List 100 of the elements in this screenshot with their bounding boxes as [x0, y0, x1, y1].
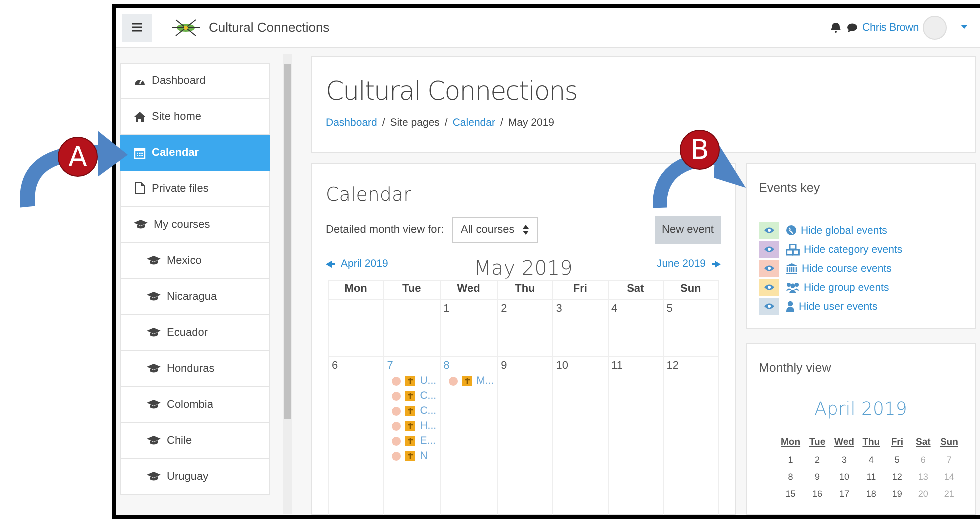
weekday-header: Tue	[384, 280, 441, 300]
breadcrumb-separator: /	[444, 117, 448, 129]
graduation-cap-icon	[147, 363, 161, 374]
sidebar-item[interactable]: Mexico	[120, 243, 270, 279]
mini-calendar-day: 8	[777, 468, 805, 485]
scrollbar[interactable]	[283, 54, 292, 514]
breadcrumb-text: May 2019	[508, 117, 555, 129]
mini-calendar-day: 1	[777, 451, 805, 468]
arrow-left-icon	[326, 260, 335, 268]
weekday-header: Thu	[862, 436, 882, 450]
graduation-cap-icon	[147, 255, 161, 266]
graduation-cap-icon	[147, 471, 161, 482]
bell-icon[interactable]	[831, 22, 842, 33]
day-link[interactable]: 8	[444, 360, 450, 372]
previous-month-link[interactable]: April 2019	[341, 258, 388, 270]
eye-icon	[764, 303, 774, 310]
event-link[interactable]: M...	[476, 375, 494, 387]
event-link[interactable]: C...	[420, 390, 437, 402]
sidebar-item[interactable]: Ecuador	[120, 315, 270, 351]
globe-icon	[786, 225, 797, 236]
caret-icon[interactable]	[961, 25, 968, 30]
menu-button[interactable]	[122, 14, 152, 42]
eye-icon	[764, 246, 774, 253]
hide-events-link[interactable]: Hide course events	[802, 262, 892, 274]
graduation-cap-icon	[147, 435, 161, 446]
course-select[interactable]: All courses	[452, 217, 538, 243]
graduation-cap-icon	[147, 327, 161, 338]
sidebar-item[interactable]: Site home	[120, 99, 270, 135]
mini-calendar-day: 2	[804, 451, 831, 468]
event-type-swatch[interactable]	[759, 222, 779, 239]
hide-events-link[interactable]: Hide global events	[801, 224, 888, 236]
new-event-button[interactable]: New event	[655, 216, 721, 244]
eye-icon	[764, 284, 774, 291]
event-type-swatch[interactable]	[759, 298, 779, 315]
next-month-link[interactable]: June 2019	[656, 258, 706, 270]
weekday-header: Sat	[608, 280, 664, 300]
event-type-swatch[interactable]	[759, 241, 779, 258]
event-link[interactable]: C...	[420, 405, 437, 417]
menu-icon	[132, 23, 142, 32]
mini-calendar-day: 20	[910, 485, 936, 502]
breadcrumb-link[interactable]: Dashboard	[326, 117, 378, 129]
day-number: 10	[556, 360, 569, 372]
sidebar-item[interactable]: Nicaragua	[120, 279, 270, 315]
weekday-header: Sun	[664, 280, 719, 300]
event-link[interactable]: E...	[420, 435, 436, 447]
event-dot	[392, 452, 402, 460]
user-icon	[786, 301, 795, 312]
weekday-header: Mon	[329, 280, 384, 300]
weekday-header: Wed	[440, 280, 498, 300]
hide-events-link[interactable]: Hide category events	[804, 244, 903, 256]
calendar-icon	[134, 146, 146, 158]
mini-calendar-day: 3	[830, 451, 858, 468]
mini-calendar-day: 16	[804, 485, 831, 502]
sidebar-item[interactable]: My courses	[120, 207, 270, 243]
hide-events-link[interactable]: Hide group events	[804, 282, 890, 294]
callout-badge: A	[58, 137, 98, 177]
home-icon	[134, 110, 146, 122]
sidebar-item[interactable]: Chile	[120, 423, 270, 459]
event-link[interactable]: U...	[420, 375, 437, 387]
mini-calendar-day: 14	[936, 468, 962, 485]
site-name[interactable]: Cultural Connections	[209, 20, 330, 35]
events-key-title: Events key	[759, 181, 822, 195]
graduation-cap-icon	[147, 399, 161, 410]
sidebar-item[interactable]: Uruguay	[120, 459, 270, 495]
event-dot	[392, 422, 402, 430]
sidebar-item[interactable]: Honduras	[120, 351, 270, 387]
mini-calendar-day: 4	[858, 451, 884, 468]
day-number: 2	[501, 303, 508, 315]
event-dot	[448, 376, 458, 386]
graduation-cap-icon	[134, 219, 148, 230]
mini-calendar-day: 19	[884, 485, 910, 502]
hide-events-link[interactable]: Hide user events	[799, 300, 878, 312]
filter-label: Detailed month view for:	[326, 224, 444, 236]
mini-calendar-day: 5	[884, 451, 910, 468]
weekday-header: Fri	[553, 280, 609, 300]
breadcrumb-link[interactable]: Calendar	[452, 117, 496, 129]
month-title: May 2019	[474, 255, 573, 280]
chat-bubble-icon[interactable]	[847, 22, 858, 32]
breadcrumb-separator: /	[500, 117, 504, 129]
day-number: 9	[501, 360, 508, 372]
course-event-icon	[405, 420, 416, 432]
event-link[interactable]: H...	[420, 420, 437, 432]
breadcrumb-text: Site pages	[390, 117, 440, 129]
event-type-swatch[interactable]	[759, 279, 779, 296]
day-link[interactable]: 7	[387, 360, 394, 372]
sidebar-item[interactable]: Dashboard	[120, 63, 270, 99]
cubes-icon	[786, 244, 800, 256]
arrow-right-icon	[712, 260, 722, 268]
sidebar-item[interactable]: Private files	[120, 171, 270, 207]
mini-calendar-day: 17	[830, 485, 858, 502]
event-type-swatch[interactable]	[759, 260, 779, 277]
eye-icon	[764, 265, 774, 272]
course-event-icon	[405, 376, 416, 386]
user-name[interactable]: Chris Brown	[862, 22, 919, 34]
event-link[interactable]: N	[420, 450, 428, 462]
sidebar-item[interactable]: Calendar	[120, 135, 270, 171]
weekday-header: Wed	[834, 436, 856, 450]
sidebar-item[interactable]: Colombia	[120, 387, 270, 423]
day-number: 4	[612, 303, 618, 315]
day-number: 12	[666, 360, 680, 372]
